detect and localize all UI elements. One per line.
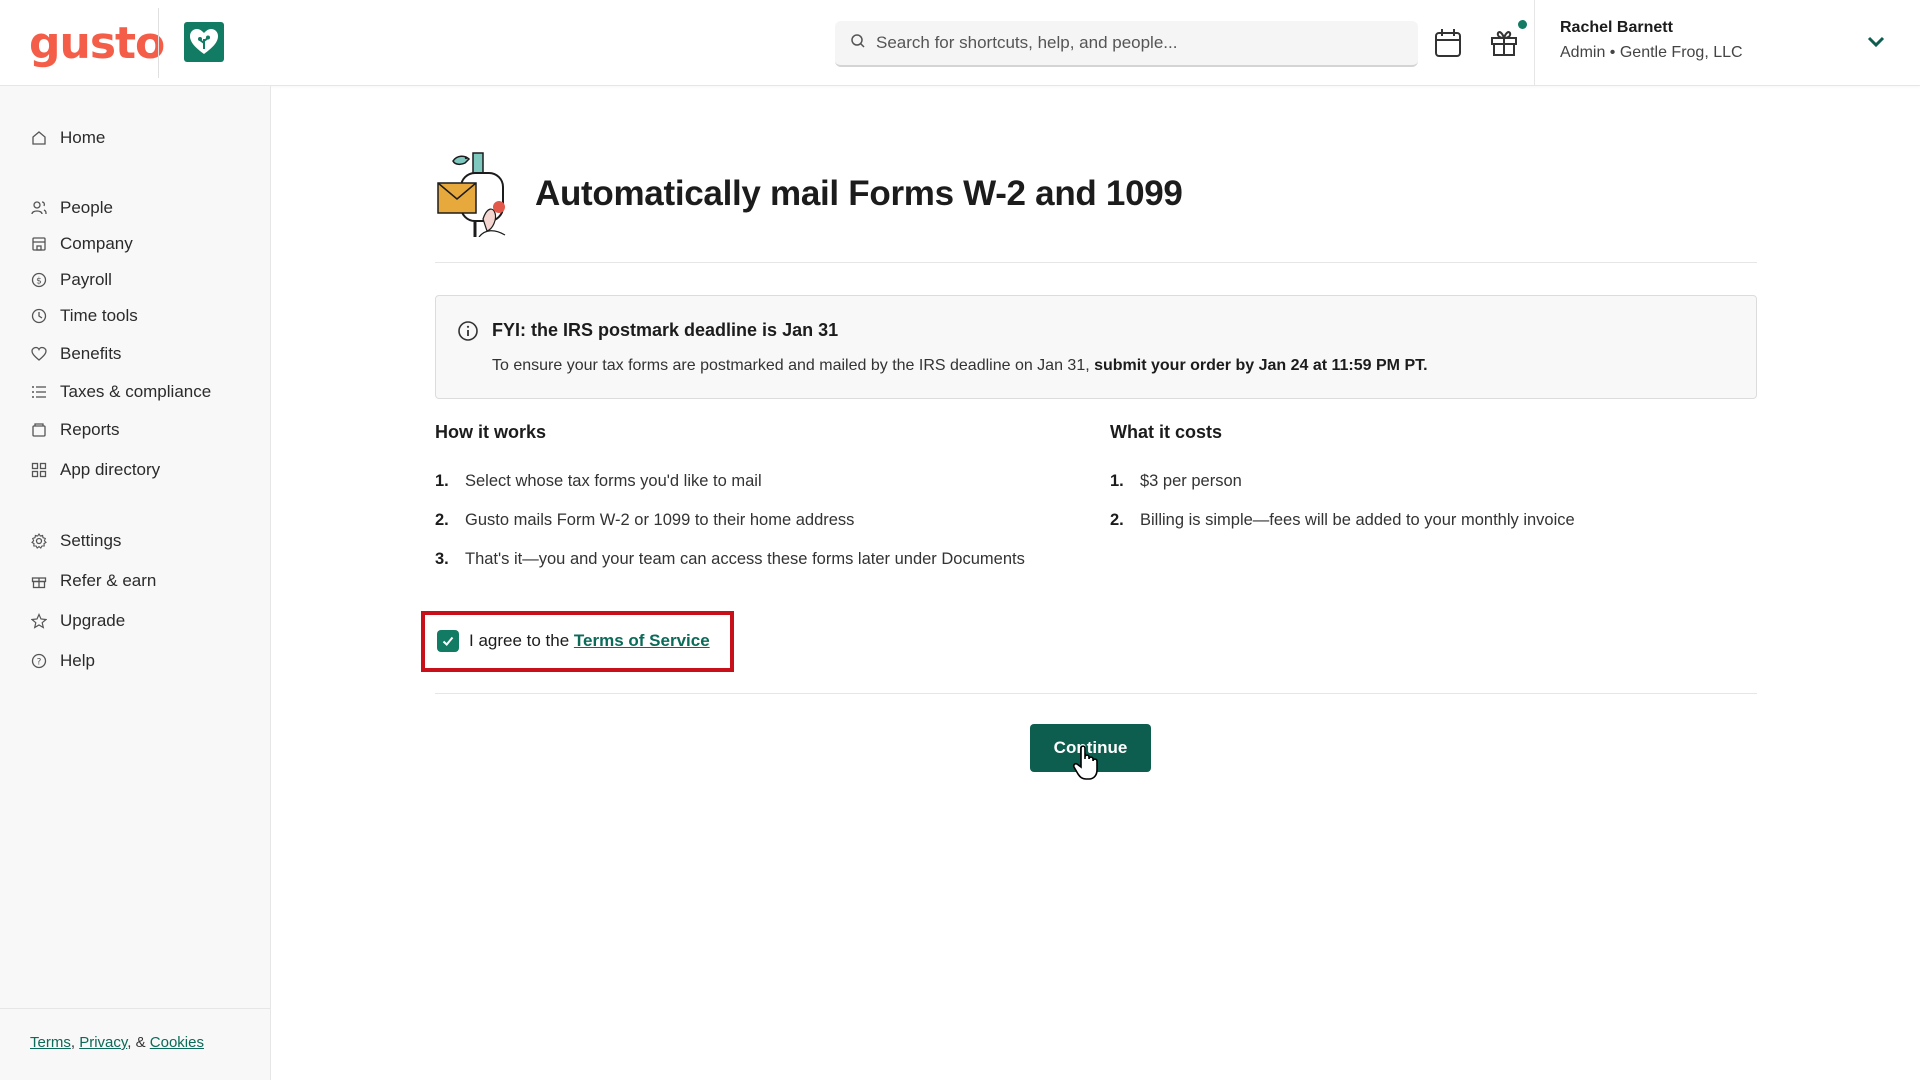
top-bar: gusto Rachel Barnett Admin • Gentle Frog… [0, 0, 1920, 86]
list-number: 1. [435, 472, 449, 490]
reports-icon [30, 421, 48, 439]
sidebar-item-settings[interactable]: Settings [30, 528, 121, 554]
star-icon [30, 612, 48, 630]
list-text: That's it—you and your team can access t… [465, 550, 1025, 568]
sidebar-item-time-tools[interactable]: Time tools [30, 303, 138, 329]
sidebar-item-refer[interactable]: Refer & earn [30, 568, 156, 594]
sidebar-item-label: Time tools [60, 306, 138, 325]
terms-checkbox[interactable] [437, 630, 459, 652]
what-it-costs-heading: What it costs [1110, 422, 1223, 442]
cookies-link[interactable]: Cookies [150, 1034, 204, 1051]
list-number: 3. [435, 550, 449, 568]
sidebar-item-label: Settings [60, 531, 122, 550]
info-icon [457, 320, 479, 342]
sidebar-item-label: Upgrade [60, 611, 126, 630]
sidebar-item-label: Reports [60, 420, 120, 439]
chevron-down-icon[interactable] [1864, 30, 1888, 54]
sidebar-item-label: Benefits [60, 344, 122, 363]
divider [435, 693, 1757, 694]
how-it-works-heading: How it works [435, 422, 547, 442]
list-text: Billing is simple—fees will be added to … [1140, 511, 1575, 529]
logo-divider [158, 8, 159, 78]
sidebar-item-company[interactable]: Company [30, 231, 133, 257]
people-icon [30, 199, 48, 217]
clock-icon [30, 307, 48, 325]
heart-icon [30, 345, 48, 363]
home-icon [30, 129, 48, 147]
list-item: 1. Select whose tax forms you'd like to … [435, 472, 762, 491]
gear-icon [30, 532, 48, 550]
privacy-link[interactable]: Privacy [79, 1034, 127, 1051]
notice-body-bold: submit your order by Jan 24 at 11:59 PM … [1094, 357, 1428, 374]
list-text: $3 per person [1140, 472, 1242, 490]
calendar-icon[interactable] [1432, 27, 1464, 59]
notice-body-text: To ensure your tax forms are postmarked … [492, 357, 1095, 374]
check-icon [442, 636, 454, 646]
sidebar-item-reports[interactable]: Reports [30, 417, 120, 443]
terms-link[interactable]: Terms [30, 1034, 71, 1051]
search-input[interactable] [876, 33, 1396, 53]
hand-cursor-icon [1072, 744, 1102, 782]
sidebar-item-label: Home [60, 128, 106, 147]
footer-separator: , [70, 1034, 80, 1051]
sidebar-item-label: App directory [60, 460, 161, 479]
sidebar-item-label: Help [60, 651, 95, 670]
user-role: Admin • Gentle Frog, LLC [1560, 44, 1743, 61]
sidebar-item-label: People [60, 198, 113, 217]
page-title: Automatically mail Forms W-2 and 1099 [535, 174, 1183, 213]
sidebar-item-app-directory[interactable]: App directory [30, 457, 160, 483]
list-item: 2. Gusto mails Form W-2 or 1099 to their… [435, 511, 854, 530]
sidebar-footer: Terms, Privacy, & Cookies [0, 1008, 271, 1080]
agree-prefix: I agree to the [469, 631, 574, 650]
list-text: Select whose tax forms you'd like to mai… [465, 472, 762, 490]
search-icon [850, 33, 866, 54]
svg-text:$: $ [36, 277, 42, 287]
sidebar-item-taxes[interactable]: Taxes & compliance [30, 379, 211, 405]
gusto-logo[interactable]: gusto [29, 18, 165, 69]
divider [435, 262, 1757, 263]
sidebar-item-label: Taxes & compliance [60, 382, 212, 401]
deadline-notice: FYI: the IRS postmark deadline is Jan 31… [435, 295, 1757, 399]
help-icon: ? [30, 652, 48, 670]
search-bar[interactable] [835, 21, 1418, 67]
sidebar-item-people[interactable]: People [30, 195, 113, 221]
list-number: 1. [1110, 472, 1124, 490]
sidebar-item-home[interactable]: Home [30, 125, 105, 151]
list-icon [30, 383, 48, 401]
payroll-icon: $ [30, 271, 48, 289]
list-item: 3. That's it—you and your team can acces… [435, 550, 1025, 569]
company-icon [30, 235, 48, 253]
sidebar: Home People Company $ Payroll Time tools… [0, 86, 271, 1080]
gift-icon [30, 572, 48, 590]
sidebar-item-label: Company [60, 234, 133, 253]
sidebar-item-help[interactable]: ? Help [30, 648, 95, 674]
gift-icon[interactable] [1488, 27, 1520, 59]
list-number: 2. [1110, 511, 1124, 529]
sidebar-item-benefits[interactable]: Benefits [30, 341, 121, 367]
list-text: Gusto mails Form W-2 or 1099 to their ho… [465, 511, 855, 529]
notice-body: To ensure your tax forms are postmarked … [492, 357, 1428, 375]
sidebar-item-payroll[interactable]: $ Payroll [30, 267, 112, 293]
notification-dot [1518, 20, 1527, 29]
footer-separator: , & [127, 1034, 150, 1051]
mailbox-illustration [435, 145, 513, 238]
user-divider [1534, 0, 1535, 86]
notice-title: FYI: the IRS postmark deadline is Jan 31 [492, 320, 839, 340]
user-name: Rachel Barnett [1560, 19, 1673, 36]
apps-icon [30, 461, 48, 479]
terms-of-service-link[interactable]: Terms of Service [574, 631, 710, 650]
list-number: 2. [435, 511, 449, 529]
list-item: 1. $3 per person [1110, 472, 1242, 491]
user-menu[interactable]: Rachel Barnett Admin • Gentle Frog, LLC [1560, 19, 1743, 62]
sidebar-item-label: Payroll [60, 270, 112, 289]
sidebar-item-label: Refer & earn [60, 571, 157, 590]
list-item: 2. Billing is simple—fees will be added … [1110, 511, 1575, 530]
sidebar-item-upgrade[interactable]: Upgrade [30, 608, 125, 634]
company-logo-icon[interactable] [184, 22, 224, 62]
terms-agreement: I agree to the Terms of Service [469, 631, 710, 651]
svg-text:?: ? [37, 658, 42, 668]
